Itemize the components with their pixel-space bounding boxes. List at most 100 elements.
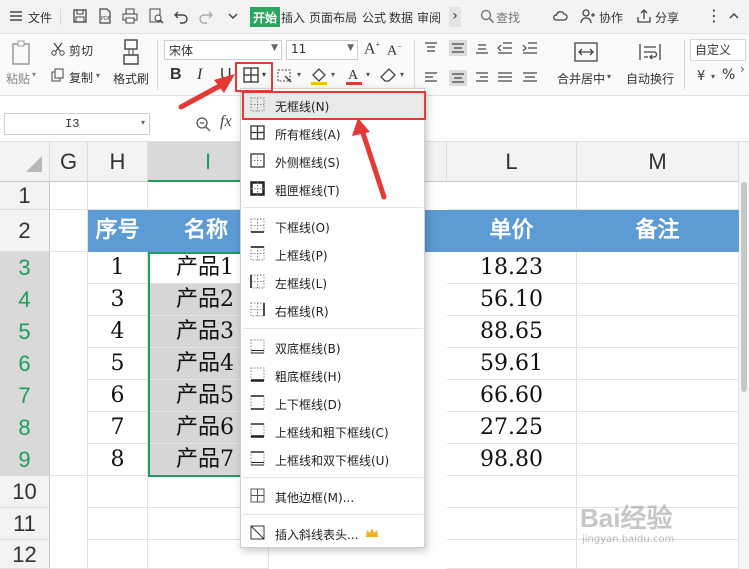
row-header-6[interactable]: 6 — [0, 348, 50, 380]
menu-item-top-border[interactable]: 上框线(P) — [241, 241, 424, 267]
menu-item-left-border[interactable]: 左框线(L) — [241, 269, 424, 295]
cell-m8[interactable] — [577, 412, 739, 444]
column-header-m[interactable]: M — [577, 142, 739, 182]
vertical-scrollbar[interactable] — [739, 142, 749, 569]
font-color-dropdown-icon[interactable]: ▾ — [366, 70, 370, 79]
redo-icon[interactable] — [198, 8, 214, 24]
row-header-2[interactable]: 2 — [0, 210, 50, 252]
undo-icon[interactable] — [173, 8, 189, 24]
cell-h11[interactable] — [88, 508, 148, 540]
merge-center-icon[interactable] — [574, 41, 598, 63]
more-options-icon[interactable]: ⋮ — [706, 6, 723, 25]
menu-item-right-border[interactable]: 右框线(R) — [241, 297, 424, 323]
menu-item-bottom-border[interactable]: 下框线(O) — [241, 213, 424, 239]
menu-item-top-thick-bottom-border[interactable]: 上框线和粗下框线(C) — [241, 418, 424, 444]
name-box-dropdown-icon[interactable]: ▾ — [141, 118, 145, 127]
column-header-g[interactable]: G — [50, 142, 88, 182]
column-g-cells[interactable] — [50, 252, 88, 476]
cell-h7[interactable]: 6 — [88, 380, 148, 412]
decrease-indent-icon[interactable] — [497, 42, 513, 54]
fx-button[interactable]: fx — [220, 113, 232, 131]
cell-h8[interactable]: 7 — [88, 412, 148, 444]
align-middle-icon[interactable] — [449, 40, 467, 56]
cell-h1[interactable] — [88, 182, 148, 210]
merge-dropdown-icon[interactable]: ▾ — [607, 72, 611, 81]
cell-l12[interactable] — [447, 540, 577, 569]
table-header-serial[interactable]: 序号 — [88, 210, 148, 252]
menu-item-thick-bottom-border[interactable]: 粗底框线(H) — [241, 362, 424, 388]
file-menu[interactable]: 文件 — [28, 9, 52, 26]
align-left-icon[interactable] — [424, 72, 438, 84]
number-format-select[interactable]: 自定义 — [690, 39, 746, 61]
tab-formula[interactable]: 公式 — [362, 9, 386, 26]
cell-m3[interactable] — [577, 252, 739, 284]
row-header-12[interactable]: 12 — [0, 540, 50, 569]
cloud-icon[interactable] — [552, 8, 568, 24]
cell-l5[interactable]: 88.65 — [447, 316, 577, 348]
align-top-icon[interactable] — [424, 42, 438, 54]
menu-item-insert-diagonal-header[interactable]: 插入斜线表头... — [241, 520, 424, 546]
row-header-4[interactable]: 4 — [0, 284, 50, 316]
cell-h12[interactable] — [88, 540, 148, 569]
fill-color-icon[interactable] — [310, 66, 328, 86]
distributed-icon[interactable] — [522, 72, 538, 84]
align-center-icon[interactable] — [449, 70, 467, 86]
ribbon-scroll-right-icon[interactable]: › — [740, 62, 745, 76]
tab-data[interactable]: 数据 — [389, 9, 413, 26]
wrap-text-button[interactable]: 自动换行 — [626, 70, 674, 87]
cell-m7[interactable] — [577, 380, 739, 412]
print-icon[interactable] — [122, 8, 138, 24]
cell-l8[interactable]: 27.25 — [447, 412, 577, 444]
increase-indent-icon[interactable] — [522, 42, 538, 54]
copy-icon[interactable] — [51, 68, 65, 82]
share-icon[interactable] — [636, 8, 652, 24]
align-bottom-icon[interactable] — [475, 42, 489, 54]
menu-item-double-bottom-border[interactable]: 双底框线(B) — [241, 334, 424, 360]
cell-h6[interactable]: 5 — [88, 348, 148, 380]
italic-button[interactable]: I — [197, 66, 202, 84]
underline-button[interactable]: U — [220, 66, 232, 84]
hamburger-icon[interactable] — [8, 8, 24, 24]
table-header-price[interactable]: 单价 — [447, 210, 577, 252]
format-painter-button[interactable]: 格式刷 — [113, 70, 149, 87]
currency-dropdown-icon[interactable]: ▾ — [711, 72, 715, 81]
tab-home[interactable]: 开始 — [250, 7, 281, 27]
tab-review[interactable]: 审阅 — [417, 9, 441, 26]
paste-icon[interactable] — [10, 40, 34, 66]
zoom-icon[interactable] — [195, 116, 211, 132]
scrollbar-thumb[interactable] — [741, 182, 747, 392]
row-header-3[interactable]: 3 — [0, 252, 50, 284]
select-all-corner[interactable] — [0, 142, 50, 182]
cell-l6[interactable]: 59.61 — [447, 348, 577, 380]
tab-page-layout[interactable]: 页面布局 — [309, 9, 357, 26]
row-header-11[interactable]: 11 — [0, 508, 50, 540]
row-header-10[interactable]: 10 — [0, 476, 50, 508]
cell-m1[interactable] — [577, 182, 739, 210]
merge-center-button[interactable]: 合并居中 — [557, 70, 605, 87]
menu-item-top-bottom-border[interactable]: 上下框线(D) — [241, 390, 424, 416]
quick-access-dropdown-icon[interactable] — [225, 8, 241, 24]
cell-m5[interactable] — [577, 316, 739, 348]
percent-icon[interactable]: % — [722, 67, 735, 83]
column-header-l[interactable]: L — [447, 142, 577, 182]
cell-reference-box[interactable]: I3 — [4, 113, 150, 135]
cell-m4[interactable] — [577, 284, 739, 316]
cell-g2[interactable] — [50, 210, 88, 252]
increase-font-icon[interactable]: A+ — [364, 40, 380, 58]
empty-cells-g[interactable] — [50, 476, 88, 569]
row-header-9[interactable]: 9 — [0, 444, 50, 476]
align-right-icon[interactable] — [475, 72, 489, 84]
currency-button[interactable]: ¥ — [697, 69, 705, 84]
cell-h5[interactable]: 4 — [88, 316, 148, 348]
export-pdf-icon[interactable]: PDF — [97, 8, 113, 24]
cell-l3[interactable]: 18.23 — [447, 252, 577, 284]
decrease-font-icon[interactable]: A− — [387, 42, 402, 60]
cell-h9[interactable]: 8 — [88, 444, 148, 476]
menu-item-thick-box-border[interactable]: 粗匣框线(T) — [241, 176, 424, 202]
font-color-icon[interactable]: A — [345, 65, 363, 86]
cell-m6[interactable] — [577, 348, 739, 380]
row-header-1[interactable]: 1 — [0, 182, 50, 210]
row-header-7[interactable]: 7 — [0, 380, 50, 412]
clear-format-dropdown-icon[interactable]: ▾ — [400, 70, 404, 79]
cell-l1[interactable] — [447, 182, 577, 210]
